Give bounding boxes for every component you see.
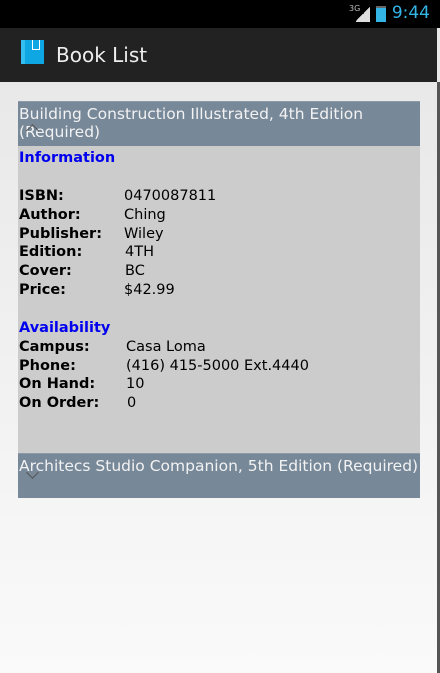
detail-label: Price: (19, 281, 66, 298)
status-bar: 3G 9:44 (0, 0, 440, 28)
book-group-1: Building Construction Illustrated, 4th E… (18, 101, 420, 498)
detail-label: Cover: (19, 263, 72, 280)
detail-row: Author: Ching (19, 207, 420, 226)
detail-value: Wiley (124, 225, 164, 242)
detail-label: ISBN: (19, 188, 64, 204)
detail-row: Campus: Casa Loma (19, 339, 420, 358)
detail-value: 0 (127, 395, 137, 412)
detail-label: Publisher: (19, 225, 103, 242)
book-title: Architecs Studio Companion, 5th Edition … (19, 457, 419, 475)
detail-label: On Order: (19, 395, 100, 412)
detail-value: 10 (126, 376, 145, 393)
detail-row: Edition: 4TH (19, 244, 420, 263)
book-header-1[interactable]: Building Construction Illustrated, 4th E… (18, 101, 420, 146)
app-bookmark-icon[interactable] (21, 40, 44, 64)
availability-heading: Availability (19, 319, 111, 336)
book-details: Information ISBN: 0470087811 Author: Ching P… (18, 146, 420, 453)
detail-row: On Hand: 10 (19, 376, 420, 395)
detail-value: 4TH (125, 244, 154, 261)
detail-row: On Order: 0 (19, 395, 420, 414)
information-heading: Information (19, 150, 116, 166)
detail-value: BC (125, 263, 145, 280)
battery-charging-icon (376, 6, 386, 22)
detail-value: $42.99 (124, 281, 175, 298)
app-title: Book List (56, 43, 148, 67)
detail-label: Campus: (19, 338, 90, 355)
clock: 9:44 (391, 3, 430, 23)
detail-value: 0470087811 (124, 188, 217, 204)
detail-row: Phone: (416) 415-5000 Ext.4440 (19, 358, 420, 377)
detail-row: Publisher: Wiley (19, 226, 420, 245)
detail-label: Author: (19, 206, 81, 223)
detail-label: Phone: (19, 357, 76, 374)
signal-icon (356, 6, 370, 22)
detail-label: On Hand: (19, 376, 96, 393)
detail-row: ISBN: 0470087811 (19, 188, 420, 207)
book-title: Building Construction Illustrated, 4th E… (19, 105, 364, 141)
detail-label: Edition: (19, 244, 83, 261)
detail-row: Cover: BC (19, 263, 420, 282)
book-header-2[interactable]: Architecs Studio Companion, 5th Edition … (18, 453, 420, 498)
action-bar: Book List (0, 28, 437, 82)
detail-value: (416) 415-5000 Ext.4440 (126, 357, 309, 374)
detail-value: Casa Loma (126, 338, 206, 355)
detail-row: Price: $42.99 (19, 282, 420, 301)
detail-value: Ching (124, 206, 166, 223)
